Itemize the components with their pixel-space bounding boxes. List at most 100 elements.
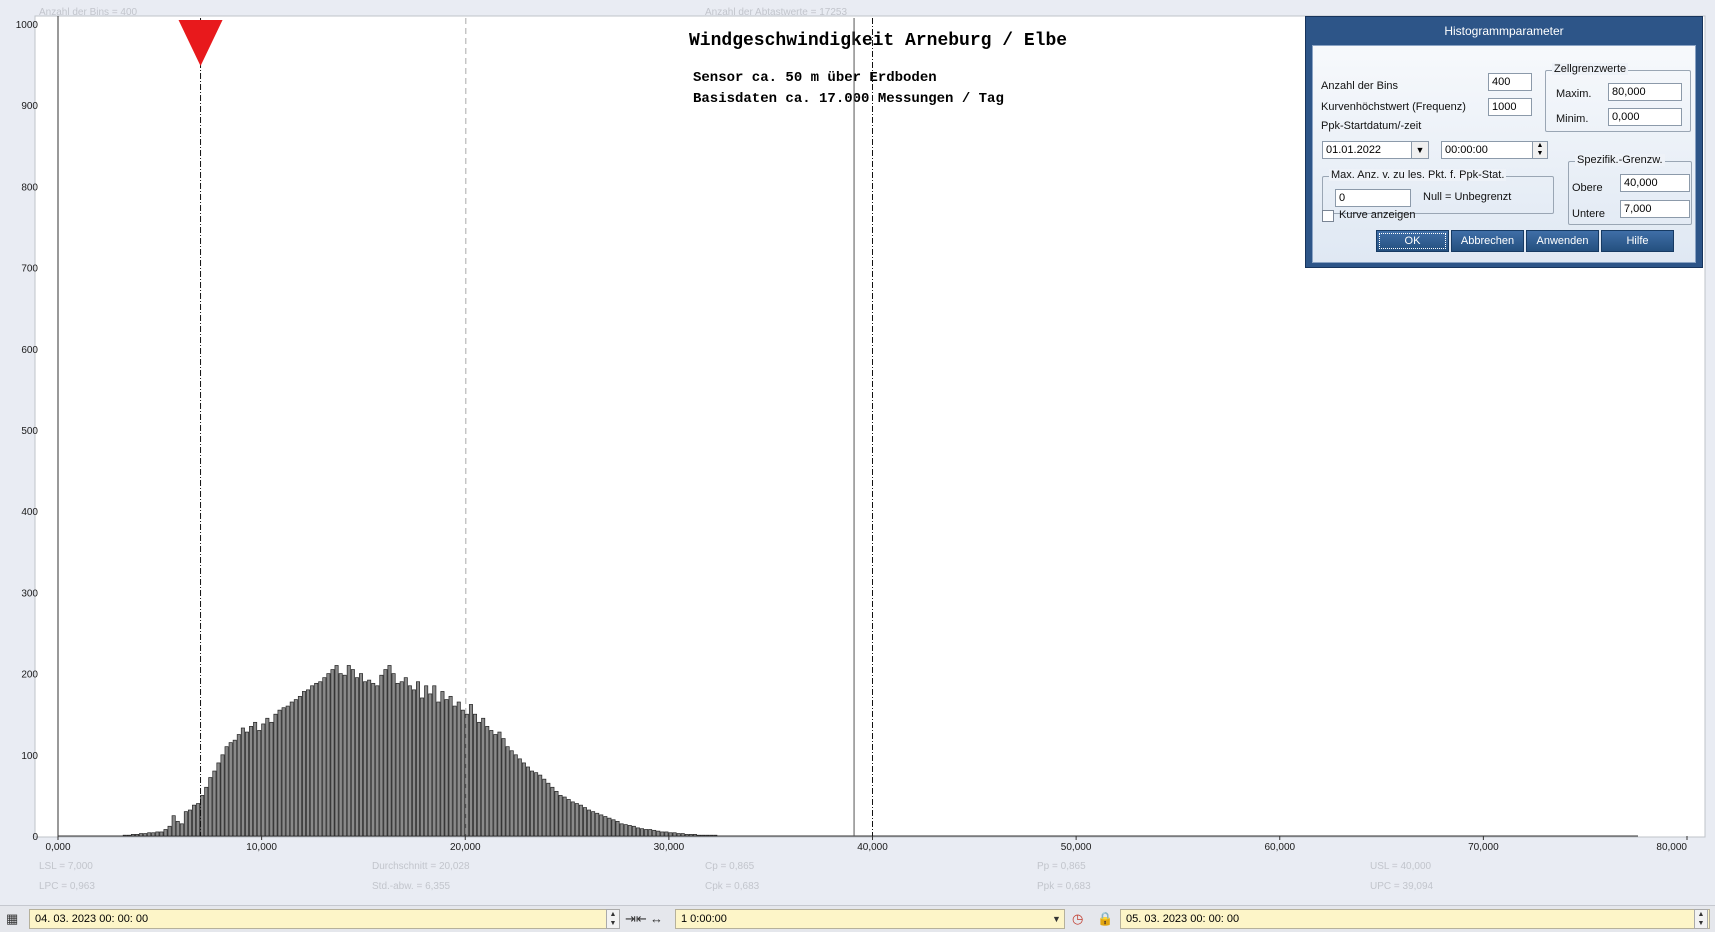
interval-value: 1 0:00:00: [681, 913, 727, 925]
stat-usl: USL = 40,000: [1370, 861, 1432, 872]
y-tick-label: 300: [21, 588, 38, 599]
clock-icon[interactable]: ◷: [1072, 910, 1083, 928]
histogram-bar: [460, 709, 465, 837]
chart-subtitle-1: Sensor ca. 50 m über Erdboden: [693, 70, 937, 86]
stat-cp: Cp = 0,865: [705, 861, 755, 872]
histogram-bar: [705, 834, 710, 837]
histogram-bar: [416, 681, 421, 837]
histogram-bar: [664, 831, 669, 837]
histogram-bar: [582, 807, 587, 837]
x-tick-label: 80,000: [1656, 842, 1687, 853]
ppk-date-select[interactable]: 01.01.2022 ▼: [1322, 141, 1429, 159]
histogram-bar: [444, 699, 449, 837]
histogram-bar: [135, 834, 140, 837]
histogram-bar: [289, 701, 294, 837]
x-tick-label: 50,000: [1061, 842, 1092, 853]
min-label: Minim.: [1556, 113, 1589, 125]
bins-input[interactable]: 400: [1488, 73, 1532, 91]
histogram-bar: [648, 829, 653, 837]
stat-std: Std.-abw. = 6,355: [372, 881, 451, 892]
histogram-bar: [330, 669, 335, 837]
help-button[interactable]: Hilfe: [1601, 230, 1674, 252]
histogram-bar: [196, 803, 201, 837]
x-tick-label: 20,000: [450, 842, 481, 853]
max-points-input[interactable]: 0: [1335, 189, 1411, 207]
histogram-bar: [428, 693, 433, 837]
histogram-bar: [163, 829, 168, 837]
histogram-bar: [676, 833, 681, 837]
histogram-bar: [371, 682, 376, 837]
peak-input[interactable]: 1000: [1488, 98, 1532, 116]
histogram-bar: [684, 834, 689, 837]
histogram-bar: [513, 754, 518, 837]
max-input[interactable]: 80,000: [1608, 83, 1682, 101]
y-tick-label: 900: [21, 101, 38, 112]
histogram-bar: [688, 834, 693, 837]
histogram-bar: [631, 825, 636, 837]
histogram-bar: [342, 674, 347, 837]
histogram-bar: [538, 774, 543, 837]
histogram-bar: [269, 721, 274, 837]
histogram-bar: [322, 677, 327, 837]
x-tick-label: 30,000: [654, 842, 685, 853]
histogram-bar: [407, 685, 412, 837]
spec-limits-group: Spezifik.-Grenzw. Obere 40,000 Untere 7,…: [1568, 154, 1692, 225]
histogram-bar: [660, 831, 665, 837]
histogram-bar: [623, 824, 628, 837]
ppk-start-label: Ppk-Startdatum/-zeit: [1321, 120, 1422, 132]
histogram-bar: [354, 677, 359, 837]
histogram-bar: [424, 685, 429, 837]
ok-button[interactable]: OK: [1376, 230, 1449, 252]
chart-title: Windgeschwindigkeit Arneburg / Elbe: [689, 31, 1067, 51]
stat-pp: Pp = 0,865: [1037, 861, 1086, 872]
time-spinner-icon[interactable]: ▲ ▼: [1532, 142, 1547, 158]
spec-limits-title: Spezifik.-Grenzw.: [1575, 154, 1665, 166]
dialog-title: Histogrammparameter: [1444, 24, 1564, 38]
shrink-range-icon[interactable]: ⇥⇤: [625, 910, 647, 928]
statistics-panel: LSL = 7,000 LPC = 0,963 Durchschnitt = 2…: [39, 861, 1434, 892]
histogram-bar: [644, 829, 649, 837]
histogram-bar: [240, 727, 245, 837]
lower-input[interactable]: 7,000: [1620, 200, 1690, 218]
time-range-toolbar: ▦ 04. 03. 2023 00: 00: 00 ▲ ▼ ⇥⇤ ↔ 1 0:00…: [0, 905, 1715, 932]
y-tick-label: 200: [21, 670, 38, 681]
expand-range-icon[interactable]: ↔: [650, 910, 663, 928]
start-datetime-field[interactable]: 04. 03. 2023 00: 00: 00: [29, 909, 620, 929]
chevron-down-icon[interactable]: ▼: [1411, 142, 1428, 158]
y-tick-label: 0: [32, 832, 38, 843]
histogram-bar: [306, 689, 311, 837]
lock-icon[interactable]: 🔒: [1097, 910, 1113, 928]
histogram-bar: [383, 669, 388, 837]
ppk-date-value: 01.01.2022: [1326, 144, 1382, 156]
histogram-bar: [570, 801, 575, 837]
end-spinner-icon[interactable]: ▲ ▼: [1694, 909, 1708, 929]
upper-input[interactable]: 40,000: [1620, 174, 1690, 192]
apply-button[interactable]: Anwenden: [1526, 230, 1599, 252]
histogram-bar: [379, 674, 384, 837]
histogram-bar: [501, 738, 506, 837]
y-tick-label: 400: [21, 507, 38, 518]
calendar-icon[interactable]: ▦: [6, 910, 18, 928]
histogram-bar: [232, 739, 237, 837]
ppk-time-input[interactable]: 00:00:00 ▲ ▼: [1441, 141, 1548, 159]
histogram-bar: [448, 695, 453, 837]
histogram-bar: [440, 691, 445, 837]
histogram-bar: [489, 730, 494, 837]
histogram-bar: [244, 731, 249, 837]
x-axis: 0,000 10,000 20,000 30,000 40,000 50,000 60,00…: [45, 836, 1688, 853]
chevron-down-icon[interactable]: ▼: [1052, 910, 1061, 928]
min-input[interactable]: 0,000: [1608, 108, 1682, 126]
histogram-bar: [204, 786, 209, 837]
start-spinner-icon[interactable]: ▲ ▼: [606, 909, 620, 929]
histogram-bar: [183, 811, 188, 837]
show-curve-checkbox[interactable]: [1322, 210, 1334, 222]
interval-select[interactable]: 1 0:00:00: [675, 909, 1065, 929]
cancel-button[interactable]: Abbrechen: [1451, 230, 1524, 252]
histogram-bar: [481, 717, 486, 837]
x-tick-label: 10,000: [246, 842, 277, 853]
histogram-bar: [310, 685, 315, 837]
histogram-bar: [611, 819, 616, 837]
histogram-bar: [468, 704, 473, 837]
end-datetime-field[interactable]: 05. 03. 2023 00: 00: 00: [1120, 909, 1710, 929]
histogram-bar: [595, 812, 600, 837]
